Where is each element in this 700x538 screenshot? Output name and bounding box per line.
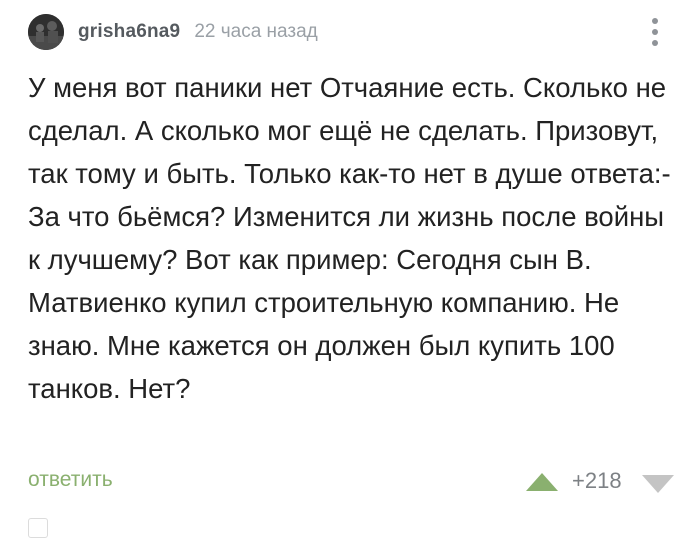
downvote-triangle-icon[interactable] (640, 472, 676, 496)
avatar[interactable] (28, 14, 64, 50)
comment-text: У меня вот паники нет Отчаяние есть. Ско… (28, 72, 671, 404)
comment-header: grisha6na9 22 часа назад (28, 14, 318, 50)
comment-footer: ответить +218 (0, 460, 700, 504)
comment: grisha6na9 22 часа назад У меня вот пани… (0, 0, 700, 538)
next-item-edge (28, 518, 48, 538)
comment-timestamp: 22 часа назад (194, 21, 318, 42)
reply-button[interactable]: ответить (28, 468, 113, 492)
upvote-triangle-icon[interactable] (524, 470, 560, 494)
avatar-image (28, 14, 64, 50)
author-name[interactable]: grisha6na9 (78, 21, 180, 43)
more-vertical-icon[interactable] (650, 16, 660, 48)
rating-value: +218 (572, 468, 622, 493)
